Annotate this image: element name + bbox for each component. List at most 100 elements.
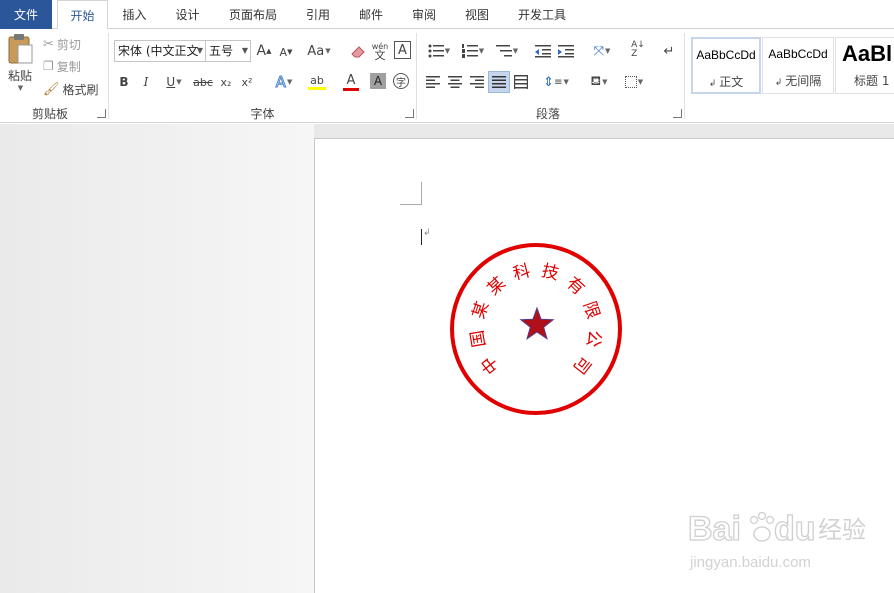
align-center-button[interactable] <box>446 73 464 91</box>
clipboard-group-label: 剪贴板 <box>31 107 68 121</box>
grow-font-button[interactable]: A ▲ <box>256 41 272 61</box>
chevron-down-icon: ▼ <box>241 46 248 55</box>
align-left-icon <box>426 76 440 88</box>
justify-icon <box>492 76 506 88</box>
font-launcher-icon[interactable] <box>405 109 414 118</box>
seal-char: 国 <box>468 329 491 349</box>
chevron-down-icon: ▼ <box>17 84 24 92</box>
font-color-bar <box>343 88 359 91</box>
clipboard-icon <box>8 34 33 64</box>
distributed-icon <box>514 75 528 89</box>
paste-button[interactable]: 粘贴 ▼ <box>2 33 38 99</box>
format-painter-label: 格式刷 <box>62 82 99 97</box>
character-border-button[interactable]: A <box>394 41 411 59</box>
style-preview: AaBbCcDd <box>768 47 828 61</box>
numbering-button[interactable]: ▼ <box>458 41 488 61</box>
text-effects-button[interactable]: A ▼ <box>270 72 298 92</box>
font-size-combo[interactable]: 五号 ▼ <box>205 40 251 62</box>
chevron-down-icon: ▼ <box>176 78 182 86</box>
underline-button[interactable]: U ▼ <box>161 73 187 91</box>
watermark-url: jingyan.baidu.com <box>689 554 811 571</box>
highlight-color-bar <box>308 87 326 90</box>
style-name: ↲ 无间隔 <box>774 74 822 88</box>
increase-indent-button[interactable] <box>556 41 576 61</box>
change-case-button[interactable]: Aa ▼ <box>306 41 332 61</box>
seal-char: 技 <box>540 261 561 285</box>
bold-button[interactable]: B <box>117 73 131 91</box>
character-border-icon: A <box>398 42 407 58</box>
highlight-button[interactable]: ab <box>302 72 332 92</box>
change-case-icon: Aa <box>307 43 325 59</box>
character-shading-button[interactable]: A <box>370 73 386 89</box>
align-right-button[interactable] <box>468 73 486 91</box>
tab-view[interactable]: 视图 <box>455 0 499 29</box>
chevron-down-icon: ▼ <box>563 78 569 86</box>
font-name-value: 宋体 (中文正文 <box>118 44 199 58</box>
clipboard-launcher-icon[interactable] <box>97 109 106 118</box>
cut-button[interactable]: ✂ 剪切 <box>43 35 81 53</box>
multilevel-list-button[interactable]: ▼ <box>492 41 522 61</box>
clear-formatting-button[interactable] <box>348 41 368 61</box>
chevron-down-icon: ▼ <box>602 78 608 86</box>
distributed-button[interactable] <box>512 73 530 91</box>
font-color-button[interactable]: A <box>337 72 365 92</box>
show-marks-button[interactable]: ↵ <box>661 41 677 61</box>
style-normal[interactable]: AaBbCcDd ↲ 正文 <box>691 37 761 94</box>
align-center-icon <box>448 76 462 88</box>
character-shading-icon: A <box>373 74 383 88</box>
style-heading-1[interactable]: AaBl 标题 1 <box>835 37 894 94</box>
subscript-button[interactable]: x₂ <box>218 73 234 91</box>
bullets-button[interactable]: ▼ <box>424 41 454 61</box>
asian-layout-icon: ⤧ <box>593 43 604 59</box>
shrink-font-button[interactable]: A ▼ <box>278 43 294 61</box>
paragraph-launcher-icon[interactable] <box>673 109 682 118</box>
line-spacing-button[interactable]: ⇕ ≡ ▼ <box>541 72 571 92</box>
paintbrush-icon: 🖌 <box>43 81 60 97</box>
style-no-spacing[interactable]: AaBbCcDd ↲ 无间隔 <box>762 37 834 94</box>
watermark-brand-2: du <box>774 510 816 548</box>
seal-char: 某 <box>469 299 493 322</box>
align-left-button[interactable] <box>424 73 442 91</box>
copy-icon: ❐ <box>43 59 54 73</box>
tab-insert[interactable]: 插入 <box>112 0 157 29</box>
tab-design[interactable]: 设计 <box>165 0 210 29</box>
font-name-combo[interactable]: 宋体 (中文正文 ▼ <box>114 40 206 62</box>
sort-icon: A↓ Z <box>631 40 645 59</box>
copy-label: 复制 <box>56 59 81 74</box>
asian-layout-button[interactable]: ⤧ ▼ <box>588 41 616 61</box>
chevron-down-icon: ▼ <box>478 47 485 55</box>
tab-references[interactable]: 引用 <box>296 0 340 29</box>
justify-button[interactable] <box>488 71 510 93</box>
tab-page-layout[interactable]: 页面布局 <box>220 0 286 29</box>
tab-file[interactable]: 文件 <box>0 0 52 29</box>
company-seal[interactable]: 中国某某科 技有限公司 <box>446 240 626 420</box>
seal-char: 司 <box>569 352 595 378</box>
copy-button[interactable]: ❐ 复制 <box>43 57 81 75</box>
text-cursor <box>421 229 422 245</box>
tab-review[interactable]: 审阅 <box>402 0 446 29</box>
strikethrough-button[interactable]: abc <box>192 73 214 91</box>
enclose-characters-button[interactable]: 字 <box>393 73 409 89</box>
phonetic-guide-button[interactable]: wén 文 <box>370 39 390 63</box>
line-spacing-icon: ⇕ <box>543 74 555 90</box>
tab-developer[interactable]: 开发工具 <box>509 0 575 29</box>
seal-char: 有 <box>562 273 588 299</box>
paste-label: 粘贴 <box>7 69 32 83</box>
tab-home[interactable]: 开始 <box>57 0 108 30</box>
group-divider <box>684 33 685 119</box>
sort-button[interactable]: A↓ Z <box>629 39 647 61</box>
chevron-down-icon: ▼ <box>444 47 451 55</box>
italic-button[interactable]: I <box>139 73 153 91</box>
borders-button[interactable]: ▼ <box>619 72 649 92</box>
decrease-indent-button[interactable] <box>533 41 553 61</box>
shading-button[interactable]: ⛾ ▼ <box>584 72 614 92</box>
paint-bucket-icon: ⛾ <box>590 73 602 89</box>
tab-mailings[interactable]: 邮件 <box>349 0 393 29</box>
phonetic-char: 文 <box>374 49 386 62</box>
paragraph-group-label: 段落 <box>535 107 560 121</box>
font-group-label: 字体 <box>250 107 275 121</box>
multilevel-list-icon <box>495 45 512 57</box>
superscript-button[interactable]: x² <box>239 73 255 91</box>
format-painter-button[interactable]: 🖌 格式刷 <box>43 80 99 98</box>
paw-icon <box>749 511 775 542</box>
